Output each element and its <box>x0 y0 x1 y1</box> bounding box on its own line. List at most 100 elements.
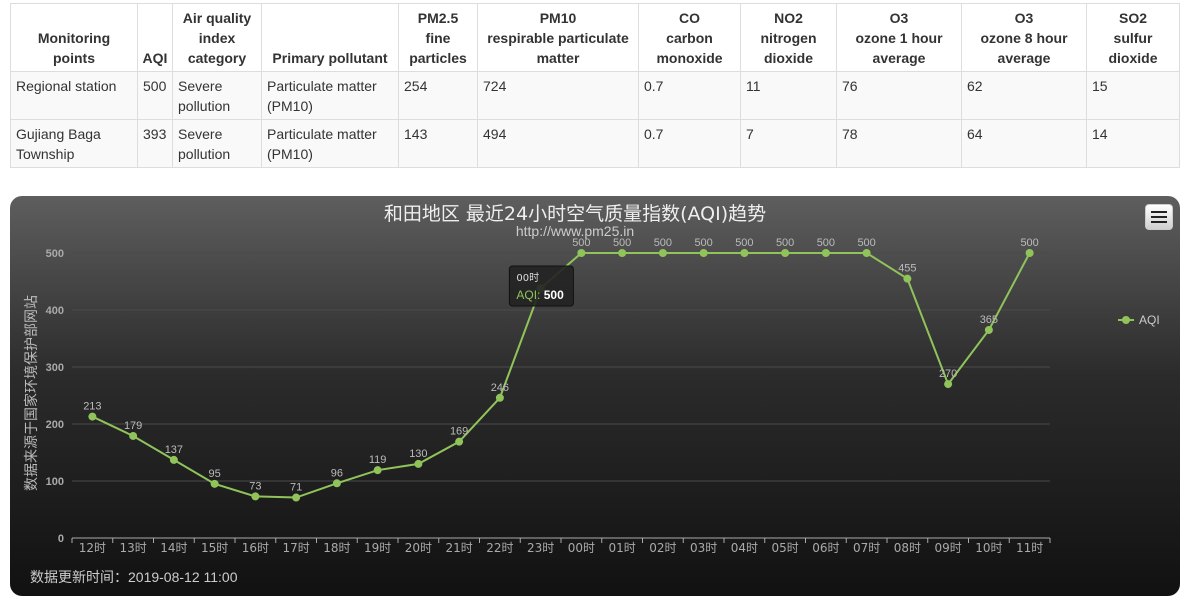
col-no2: NO2 nitrogen dioxide <box>740 3 837 72</box>
col-so2: SO2 sulfur dioxide <box>1086 3 1180 72</box>
cell-so2: 14 <box>1086 119 1180 168</box>
data-label: 500 <box>817 237 835 249</box>
data-point <box>944 380 953 389</box>
data-point <box>414 459 423 468</box>
x-tick-label: 07时 <box>853 541 880 555</box>
data-label: 119 <box>369 454 387 466</box>
tooltip-series: AQI: 500 <box>516 288 564 302</box>
tooltip: 00时 AQI: 500 <box>508 265 574 307</box>
cell-monitoring-point: Gujiang Baga Township <box>10 119 138 168</box>
y-tick-label: 0 <box>58 533 64 545</box>
legend[interactable]: AQI <box>1118 313 1160 327</box>
data-label: 169 <box>450 426 468 438</box>
update-time: 数据更新时间：2019-08-12 11:00 <box>30 569 238 585</box>
data-label: 246 <box>491 382 509 394</box>
data-point <box>903 274 912 283</box>
x-tick-label: 05时 <box>771 541 798 555</box>
x-tick-label: 11时 <box>1016 541 1043 555</box>
data-point <box>169 455 178 464</box>
data-point <box>455 437 464 446</box>
x-tick-label: 13时 <box>119 541 146 555</box>
table-row: Gujiang Baga Township 393 Severe polluti… <box>10 119 1180 168</box>
x-tick-label: 09时 <box>934 541 961 555</box>
data-label: 500 <box>735 237 753 249</box>
air-quality-table: Monitoring points AQI Air quality index … <box>10 3 1180 168</box>
cell-pm10: 494 <box>477 119 639 168</box>
col-category: Air quality index category <box>172 3 262 72</box>
x-tick-label: 22时 <box>486 541 513 555</box>
x-tick-label: 08时 <box>894 541 921 555</box>
y-tick-label: 300 <box>46 362 64 374</box>
data-label: 137 <box>165 444 183 456</box>
x-tick-label: 10时 <box>975 541 1002 555</box>
x-tick-label: 12时 <box>79 541 106 555</box>
data-point <box>495 393 504 402</box>
data-label: 365 <box>980 314 998 326</box>
cell-no2: 11 <box>740 71 837 120</box>
cell-aqi: 393 <box>137 119 173 168</box>
cell-aqi: 500 <box>137 71 173 120</box>
data-label: 71 <box>290 482 302 494</box>
data-point <box>699 249 708 257</box>
hamburger-menu-icon <box>1151 211 1167 213</box>
data-label: 455 <box>898 263 916 275</box>
data-label: 500 <box>613 237 631 249</box>
data-point <box>862 249 871 257</box>
legend-item-aqi: AQI <box>1139 313 1160 327</box>
data-label: 500 <box>572 237 590 249</box>
data-label: 95 <box>209 468 221 480</box>
col-aqi: AQI <box>137 3 173 72</box>
cell-category: Severe pollution <box>172 119 262 168</box>
x-tick-label: 17时 <box>282 541 309 555</box>
cell-primary-pollutant: Particulate matter (PM10) <box>261 119 399 168</box>
cell-primary-pollutant: Particulate matter (PM10) <box>261 71 399 120</box>
y-axis-title: 数据来源于国家环境保护部网站 <box>23 295 40 491</box>
x-tick-label: 14时 <box>160 541 187 555</box>
data-label: 500 <box>1020 237 1038 249</box>
aqi-trend-chart: 和田地区 最近24小时空气质量指数(AQI)趋势 http://www.pm25… <box>10 196 1180 596</box>
data-point <box>88 412 97 421</box>
x-tick-label: 15时 <box>201 541 228 555</box>
data-label: 500 <box>857 237 875 249</box>
table-header-row: Monitoring points AQI Air quality index … <box>10 3 1180 72</box>
data-label: 73 <box>249 480 261 492</box>
data-label: 96 <box>331 467 343 479</box>
data-label: 179 <box>124 420 142 432</box>
col-o3-8h: O3 ozone 8 hour average <box>961 3 1087 72</box>
data-point <box>984 325 993 334</box>
data-label: 500 <box>654 237 672 249</box>
chart-menu-button[interactable] <box>1145 204 1173 230</box>
col-o3-1h: O3 ozone 1 hour average <box>836 3 962 72</box>
x-tick-label: 06时 <box>812 541 839 555</box>
y-tick-label: 100 <box>46 476 64 488</box>
data-point <box>1025 249 1034 257</box>
data-point <box>821 249 830 257</box>
y-tick-label: 500 <box>46 248 64 260</box>
col-monitoring-points: Monitoring points <box>10 3 138 72</box>
cell-pm10: 724 <box>477 71 639 120</box>
chart-title: 和田地区 最近24小时空气质量指数(AQI)趋势 <box>384 203 766 225</box>
cell-o3-1h: 76 <box>836 71 962 120</box>
tooltip-value: 500 <box>544 288 564 302</box>
data-point <box>740 249 749 257</box>
data-point <box>292 493 301 502</box>
x-tick-label: 01时 <box>608 541 635 555</box>
cell-co: 0.7 <box>638 119 741 168</box>
hamburger-menu-icon <box>1151 221 1167 223</box>
x-tick-label: 04时 <box>731 541 758 555</box>
chart-canvas: 和田地区 最近24小时空气质量指数(AQI)趋势 http://www.pm25… <box>23 203 1160 555</box>
col-co: CO carbon monoxide <box>638 3 741 72</box>
cell-so2: 15 <box>1086 71 1180 120</box>
cell-o3-8h: 62 <box>961 71 1087 120</box>
tooltip-category: 00时 <box>516 272 539 284</box>
cell-pm25: 143 <box>398 119 478 168</box>
cell-pm25: 254 <box>398 71 478 120</box>
hamburger-menu-icon <box>1151 216 1167 218</box>
data-point <box>781 249 790 257</box>
data-label: 130 <box>409 448 427 460</box>
x-tick-label: 23时 <box>527 541 554 555</box>
data-point <box>332 479 341 488</box>
data-point <box>129 431 138 440</box>
x-tick-label: 16时 <box>242 541 269 555</box>
x-tick-label: 20时 <box>405 541 432 555</box>
